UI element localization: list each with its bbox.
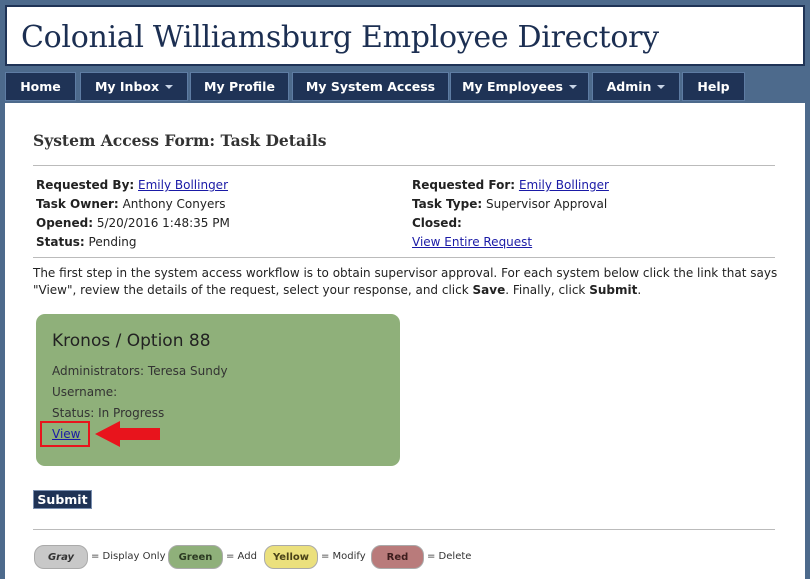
legend-gray-pill: Gray xyxy=(34,545,88,569)
nav-help-label: Help xyxy=(697,79,730,94)
instructions-part: The first step in the system access work… xyxy=(33,266,778,297)
instructions-part: . xyxy=(637,283,642,297)
instructions-part: . Finally, click xyxy=(505,283,590,297)
task-owner-value: Anthony Conyers xyxy=(122,197,226,211)
divider xyxy=(33,257,775,258)
task-type-row: Task Type: Supervisor Approval xyxy=(412,197,607,211)
requested-by-row: Requested By: Emily Bollinger xyxy=(36,178,228,192)
instructions-text: The first step in the system access work… xyxy=(33,265,778,299)
status-value: Pending xyxy=(88,235,137,249)
submit-button[interactable]: Submit xyxy=(33,490,92,509)
view-link[interactable]: View xyxy=(52,427,80,441)
system-card-username: Username: xyxy=(52,385,118,399)
task-type-label: Task Type: xyxy=(412,197,483,211)
divider xyxy=(33,165,775,166)
opened-row: Opened: 5/20/2016 1:48:35 PM xyxy=(36,216,230,230)
nav-my-system-access[interactable]: My System Access xyxy=(292,72,449,101)
task-owner-row: Task Owner: Anthony Conyers xyxy=(36,197,226,211)
nav-help[interactable]: Help xyxy=(682,72,745,101)
status-row: Status: Pending xyxy=(36,235,137,249)
nav-home-label: Home xyxy=(20,79,61,94)
closed-label: Closed: xyxy=(412,216,462,230)
view-entire-request-row: View Entire Request xyxy=(412,235,532,249)
system-card-status: Status: In Progress xyxy=(52,406,165,420)
legend-green-pill: Green xyxy=(168,545,223,569)
content-panel: System Access Form: Task Details Request… xyxy=(5,103,805,579)
nav-admin-label: Admin xyxy=(606,79,652,94)
legend-green-text: = Add xyxy=(226,551,257,562)
divider xyxy=(33,529,775,530)
task-owner-label: Task Owner: xyxy=(36,197,119,211)
legend-red-pill: Red xyxy=(371,545,424,569)
nav-my-inbox-label: My Inbox xyxy=(94,79,160,94)
nav-my-employees[interactable]: My Employees xyxy=(450,72,589,101)
requested-for-label: Requested For: xyxy=(412,178,516,192)
system-card: Kronos / Option 88 Administrators: Teres… xyxy=(36,314,400,466)
closed-row: Closed: xyxy=(412,216,462,230)
requested-by-label: Requested By: xyxy=(36,178,135,192)
nav-my-profile-label: My Profile xyxy=(204,79,275,94)
nav-my-profile[interactable]: My Profile xyxy=(190,72,289,101)
legend-red-text: = Delete xyxy=(427,551,472,562)
status-label: Status: xyxy=(36,235,85,249)
instructions-submit: Submit xyxy=(589,283,638,297)
header-banner: Colonial Williamsburg Employee Directory xyxy=(5,5,805,66)
arrow-left-icon xyxy=(95,421,160,447)
main-nav: Home My Inbox My Profile My System Acces… xyxy=(5,72,805,101)
chevron-down-icon xyxy=(568,84,577,89)
page-title: Colonial Williamsburg Employee Directory xyxy=(21,20,659,55)
nav-my-employees-label: My Employees xyxy=(462,79,563,94)
nav-my-inbox[interactable]: My Inbox xyxy=(80,72,188,101)
requested-by-link[interactable]: Emily Bollinger xyxy=(138,178,228,192)
system-card-title: Kronos / Option 88 xyxy=(52,331,211,351)
chevron-down-icon xyxy=(165,84,174,89)
system-card-administrators: Administrators: Teresa Sundy xyxy=(52,364,228,378)
requested-for-link[interactable]: Emily Bollinger xyxy=(519,178,609,192)
opened-label: Opened: xyxy=(36,216,93,230)
legend-gray-text: = Display Only xyxy=(91,551,166,562)
form-title: System Access Form: Task Details xyxy=(33,131,327,150)
nav-my-system-access-label: My System Access xyxy=(305,79,436,94)
nav-admin[interactable]: Admin xyxy=(592,72,680,101)
requested-for-row: Requested For: Emily Bollinger xyxy=(412,178,609,192)
view-entire-request-link[interactable]: View Entire Request xyxy=(412,235,532,249)
instructions-save: Save xyxy=(472,283,506,297)
nav-home[interactable]: Home xyxy=(5,72,76,101)
task-type-value: Supervisor Approval xyxy=(485,197,608,211)
chevron-down-icon xyxy=(657,84,666,89)
legend-yellow-text: = Modify xyxy=(321,551,366,562)
legend-yellow-pill: Yellow xyxy=(264,545,318,569)
opened-value: 5/20/2016 1:48:35 PM xyxy=(96,216,230,230)
